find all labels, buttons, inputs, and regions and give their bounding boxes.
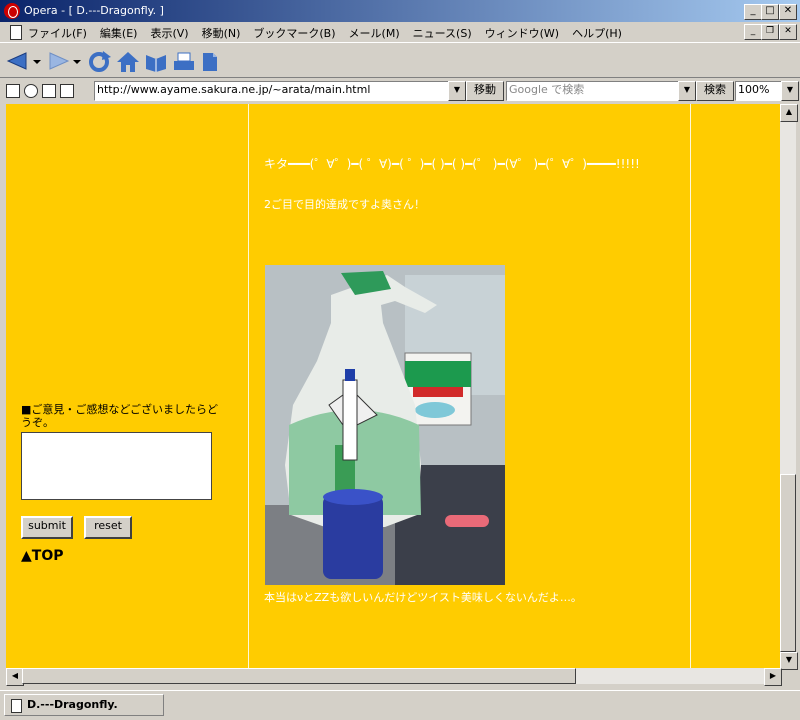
menu-window[interactable]: ウィンドウ(W) bbox=[485, 25, 559, 41]
menu-news[interactable]: ニュース(S) bbox=[413, 25, 472, 41]
maximize-button[interactable]: □ bbox=[761, 4, 779, 20]
new-page-icon[interactable] bbox=[200, 51, 220, 73]
go-button[interactable]: 移動 bbox=[466, 81, 504, 101]
menu-navigation[interactable]: 移動(N) bbox=[202, 25, 241, 41]
address-dropdown-icon[interactable]: ▼ bbox=[448, 81, 466, 101]
doc-restore-button[interactable]: ❐ bbox=[761, 24, 779, 40]
doc-close-button[interactable]: ✕ bbox=[779, 24, 797, 40]
zoom-dropdown-icon[interactable]: ▼ bbox=[781, 81, 799, 101]
address-toolbar: http://www.ayame.sakura.ne.jp/~arata/mai… bbox=[0, 78, 800, 102]
title-bar: Opera - [ D.---Dragonfly. ] _ □ ✕ bbox=[0, 0, 800, 22]
column-divider bbox=[248, 104, 249, 668]
vertical-scroll-thumb[interactable] bbox=[780, 474, 796, 652]
close-button[interactable]: ✕ bbox=[779, 4, 797, 20]
security-icon[interactable] bbox=[6, 84, 20, 98]
minimize-button[interactable]: _ bbox=[744, 4, 762, 20]
hotlist-icon[interactable] bbox=[144, 51, 168, 73]
menu-file[interactable]: ファイル(F) bbox=[28, 25, 87, 41]
document-icon bbox=[10, 25, 22, 40]
forward-dropdown-icon[interactable] bbox=[72, 51, 82, 71]
menu-bar: ファイル(F) 編集(E) 表示(V) 移動(N) ブックマーク(B) メール(… bbox=[0, 22, 800, 42]
top-link[interactable]: ▲TOP bbox=[21, 548, 63, 564]
search-dropdown-icon[interactable]: ▼ bbox=[678, 81, 696, 101]
reload-icon[interactable] bbox=[88, 51, 112, 73]
menu-help[interactable]: ヘルプ(H) bbox=[572, 25, 622, 41]
forward-icon[interactable] bbox=[48, 51, 70, 71]
page-icon[interactable] bbox=[42, 84, 56, 98]
scroll-right-icon[interactable]: ▶ bbox=[764, 668, 782, 686]
menu-bookmarks[interactable]: ブックマーク(B) bbox=[253, 25, 335, 41]
search-button[interactable]: 検索 bbox=[696, 81, 734, 101]
page-tab[interactable]: D.---Dragonfly. bbox=[4, 694, 164, 716]
comment-form-label: ■ご意見・ご感想などございましたらどうぞ。 bbox=[21, 403, 219, 429]
address-input[interactable]: http://www.ayame.sakura.ne.jp/~arata/mai… bbox=[94, 81, 452, 101]
back-icon[interactable] bbox=[6, 51, 28, 71]
scroll-up-icon[interactable]: ▲ bbox=[780, 104, 798, 122]
menu-mail[interactable]: メール(M) bbox=[349, 25, 400, 41]
status-bar: D.---Dragonfly. bbox=[0, 690, 800, 720]
menu-edit[interactable]: 編集(E) bbox=[100, 25, 138, 41]
back-dropdown-icon[interactable] bbox=[32, 51, 42, 71]
post-photo bbox=[265, 265, 505, 585]
navigation-toolbar bbox=[0, 42, 800, 78]
page-tab-icon bbox=[11, 699, 22, 713]
zoom-field[interactable]: 100% bbox=[735, 81, 785, 101]
opera-logo-icon bbox=[4, 3, 20, 19]
reset-button[interactable]: reset bbox=[84, 516, 132, 539]
window-title: Opera - [ D.---Dragonfly. ] bbox=[24, 4, 164, 17]
page-tab-title: D.---Dragonfly. bbox=[27, 698, 118, 711]
scroll-down-icon[interactable]: ▼ bbox=[780, 652, 798, 670]
menu-view[interactable]: 表示(V) bbox=[150, 25, 188, 41]
horizontal-scroll-thumb[interactable] bbox=[22, 668, 576, 684]
doc-minimize-button[interactable]: _ bbox=[744, 24, 762, 40]
home-icon[interactable] bbox=[116, 51, 140, 73]
photo-caption: 本当はνとZZも欲しいんだけどツイスト美味しくないんだよ…。 bbox=[264, 591, 582, 604]
kita-text: キタ━━━(゜∀゜)━( ゜∀)━( ゜)━( )━( )━(゜ )━(∀゜ )… bbox=[264, 157, 640, 171]
submit-button[interactable]: submit bbox=[21, 516, 73, 539]
cookie-icon[interactable] bbox=[24, 84, 38, 98]
printer-small-icon[interactable] bbox=[60, 84, 74, 98]
column-divider bbox=[690, 104, 691, 668]
page-viewport: キタ━━━(゜∀゜)━( ゜∀)━( ゜)━( )━( )━(゜ )━(∀゜ )… bbox=[6, 104, 780, 668]
post-subtext: 2ご目で目的達成ですよ奥さん！ bbox=[264, 198, 425, 211]
print-icon[interactable] bbox=[172, 51, 196, 73]
search-input[interactable]: Google で検索 bbox=[506, 81, 682, 101]
comment-textarea[interactable] bbox=[21, 432, 212, 500]
